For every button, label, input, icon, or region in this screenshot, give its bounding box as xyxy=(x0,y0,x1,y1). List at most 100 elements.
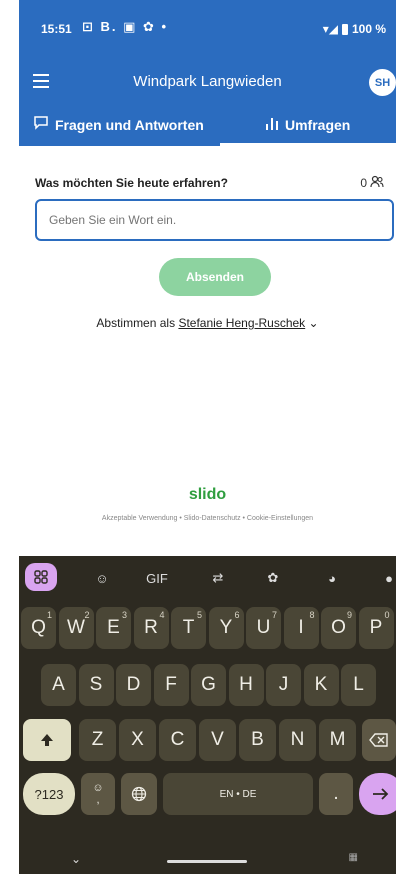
key-letter: X xyxy=(131,729,144,750)
key-row-1: Q1W2E3R4T5Y6U7I8O9P0 xyxy=(19,607,396,651)
key-number-hint: 5 xyxy=(196,610,202,620)
system-nav-bar: ⌄ ▦ xyxy=(19,846,396,874)
key-number-hint: 9 xyxy=(346,610,352,620)
palette-icon[interactable]: ◕ xyxy=(318,566,346,590)
key-letter: N xyxy=(290,729,305,750)
poll-bars-icon xyxy=(265,116,279,133)
key-letter: K xyxy=(314,674,328,695)
slido-logo: slido xyxy=(188,486,227,503)
translate-icon[interactable]: ⇄ xyxy=(204,566,232,590)
key-letter: S xyxy=(89,674,103,695)
chevron-down-icon[interactable]: ⌄ xyxy=(309,316,319,330)
key-letter: Q xyxy=(31,617,46,638)
key-j[interactable]: J xyxy=(266,664,301,706)
enter-key[interactable] xyxy=(359,773,396,815)
key-letter: P xyxy=(369,617,383,638)
key-letter: W xyxy=(67,617,85,638)
chevron-down-icon[interactable]: ⌄ xyxy=(71,852,81,866)
key-i[interactable]: I8 xyxy=(283,607,319,649)
left-edge xyxy=(0,0,19,874)
period-key[interactable]: . xyxy=(319,773,353,815)
key-letter: C xyxy=(170,729,185,750)
key-letter: B xyxy=(251,729,264,750)
tab-polls[interactable]: Umfragen xyxy=(265,116,350,133)
poll-question: Was möchten Sie heute erfahren? xyxy=(35,176,228,190)
key-p[interactable]: P0 xyxy=(358,607,394,649)
key-letter: G xyxy=(201,674,216,695)
sticker-icon[interactable]: ☺ xyxy=(88,566,116,590)
key-c[interactable]: C xyxy=(159,719,196,761)
backspace-key[interactable] xyxy=(362,719,396,761)
key-v[interactable]: V xyxy=(199,719,236,761)
battery-level: 100 % xyxy=(351,22,386,36)
key-letter: E xyxy=(107,617,120,638)
key-letter: Y xyxy=(219,617,233,638)
key-a[interactable]: A xyxy=(41,664,76,706)
tab-label: Umfragen xyxy=(285,116,351,133)
status-right: ▾◢ 100 % xyxy=(323,22,386,36)
tab-questions-answers[interactable]: Fragen und Antworten xyxy=(33,116,204,133)
apps-grid-icon[interactable] xyxy=(25,563,57,591)
key-z[interactable]: Z xyxy=(79,719,116,761)
emoji-icon: ☺ xyxy=(92,782,104,794)
key-number-hint: 6 xyxy=(234,610,240,620)
language-globe-key[interactable] xyxy=(121,773,157,815)
on-screen-keyboard: ☺ GIF ⇄ ✿ ◕ ● Q1W2E3R4T5Y6U7I8O9P0 ASDFG… xyxy=(19,556,396,874)
key-q[interactable]: Q1 xyxy=(21,607,56,649)
space-key[interactable]: EN • DE xyxy=(163,773,313,815)
participant-count: 0 xyxy=(360,175,384,191)
symbols-key[interactable]: ?123 xyxy=(23,773,75,815)
key-e[interactable]: E3 xyxy=(96,607,131,649)
key-o[interactable]: O9 xyxy=(321,607,356,649)
keyboard-toolbar: ☺ GIF ⇄ ✿ ◕ ● xyxy=(19,556,396,600)
word-input[interactable] xyxy=(35,199,394,241)
participant-count-value: 0 xyxy=(360,176,367,190)
keyboard-switch-icon[interactable]: ▦ xyxy=(349,852,358,863)
key-s[interactable]: S xyxy=(78,664,114,706)
key-letter: U xyxy=(256,617,271,638)
submit-button[interactable]: Absenden xyxy=(159,258,271,296)
poll-panel: Was möchten Sie heute erfahren? 0 Absend… xyxy=(19,146,396,556)
shift-key[interactable] xyxy=(23,719,71,761)
key-number-hint: 2 xyxy=(84,610,90,620)
key-letter: J xyxy=(278,674,289,695)
key-b[interactable]: B xyxy=(239,719,276,761)
key-k[interactable]: K xyxy=(303,664,339,706)
user-name-link[interactable]: Stefanie Heng-Ruschek xyxy=(178,316,305,330)
key-number-hint: 7 xyxy=(271,610,277,620)
key-y[interactable]: Y6 xyxy=(208,607,244,649)
phone-screen: 15:51 ⊡ B. ▣ ✿ • ▾◢ 100 % Windpark Langw… xyxy=(19,0,396,874)
key-g[interactable]: G xyxy=(191,664,226,706)
key-h[interactable]: H xyxy=(228,664,264,706)
key-l[interactable]: L xyxy=(341,664,376,706)
key-d[interactable]: D xyxy=(116,664,151,706)
home-gesture-bar[interactable] xyxy=(167,860,247,863)
key-n[interactable]: N xyxy=(279,719,316,761)
gif-button[interactable]: GIF xyxy=(143,566,171,590)
key-letter: L xyxy=(353,674,364,695)
wifi-icon: ▾◢ xyxy=(322,22,338,36)
key-row-4: ?123 ☺ , EN • DE . xyxy=(19,773,396,817)
key-f[interactable]: F xyxy=(153,664,189,706)
key-letter: M xyxy=(329,729,346,750)
key-t[interactable]: T5 xyxy=(171,607,206,649)
speech-bubble-icon xyxy=(33,116,49,133)
avatar[interactable]: SH xyxy=(369,69,396,96)
tab-label: Fragen und Antworten xyxy=(55,116,204,133)
key-m[interactable]: M xyxy=(319,719,356,761)
key-w[interactable]: W2 xyxy=(58,607,94,649)
key-letter: I xyxy=(298,617,304,638)
footer-links[interactable]: Akzeptable Verwendung • Slido-Datenschut… xyxy=(19,515,396,522)
key-x[interactable]: X xyxy=(119,719,156,761)
notification-icons: ⊡ B. ▣ ✿ • xyxy=(82,19,169,34)
emoji-comma-key[interactable]: ☺ , xyxy=(81,773,115,815)
key-letter: O xyxy=(331,617,346,638)
key-letter: F xyxy=(165,674,177,695)
mic-icon[interactable]: ● xyxy=(375,566,396,590)
key-number-hint: 3 xyxy=(121,610,127,620)
key-r[interactable]: R4 xyxy=(133,607,169,649)
gear-icon[interactable]: ✿ xyxy=(259,566,287,590)
key-u[interactable]: U7 xyxy=(246,607,281,649)
key-letter: V xyxy=(211,729,224,750)
page-title: Windpark Langwieden xyxy=(133,73,282,90)
